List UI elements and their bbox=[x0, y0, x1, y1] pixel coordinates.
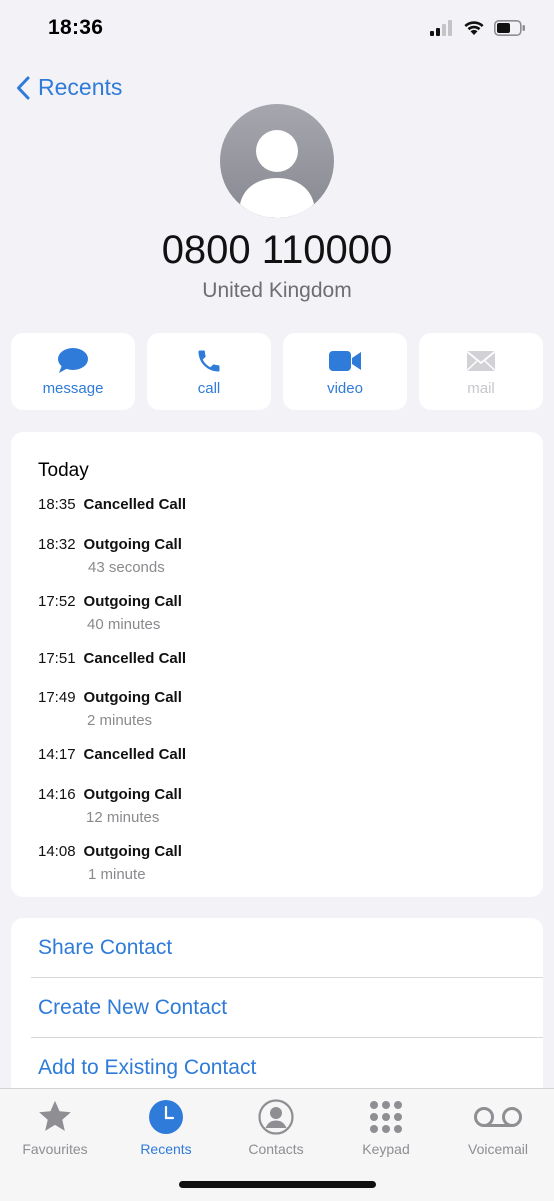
person-silhouette-icon bbox=[240, 130, 314, 218]
call-row: 17:51 Cancelled Call bbox=[38, 650, 186, 667]
call-label: call bbox=[197, 380, 221, 397]
call-type: Outgoing Call bbox=[83, 536, 182, 553]
call-time: 14:08 bbox=[38, 843, 76, 860]
call-row: 17:49 Outgoing Call 2 minutes bbox=[38, 689, 182, 729]
cellular-signal-icon bbox=[430, 19, 452, 36]
message-icon bbox=[58, 348, 88, 373]
contact-number: 0800 110000 bbox=[161, 228, 393, 272]
call-duration: 40 minutes bbox=[87, 616, 161, 633]
call-history-card: Today 18:35 Cancelled Call 18:32 Outgoing … bbox=[11, 432, 543, 897]
call-type: Outgoing Call bbox=[83, 689, 182, 706]
call-duration: 43 seconds bbox=[88, 559, 165, 576]
call-time: 14:16 bbox=[38, 786, 76, 803]
call-time: 17:51 bbox=[38, 650, 76, 667]
avatar bbox=[220, 104, 334, 218]
voicemail-icon bbox=[474, 1107, 522, 1127]
tab-label: Voicemail bbox=[468, 1141, 528, 1157]
action-buttons: message call video mail bbox=[11, 333, 543, 410]
call-time: 18:32 bbox=[38, 536, 76, 553]
call-type: Outgoing Call bbox=[83, 843, 182, 860]
video-label: video bbox=[327, 380, 363, 397]
status-time: 18:36 bbox=[48, 16, 104, 39]
call-type: Cancelled Call bbox=[83, 746, 187, 763]
video-icon bbox=[329, 351, 361, 371]
phone-icon bbox=[198, 350, 220, 372]
call-row: 14:08 Outgoing Call 1 minute bbox=[38, 843, 182, 883]
tab-recents[interactable]: Recents bbox=[111, 1097, 221, 1157]
call-time: 17:52 bbox=[38, 593, 76, 610]
video-button[interactable]: video bbox=[283, 333, 407, 410]
clock-icon bbox=[149, 1100, 183, 1134]
calls-header: Today bbox=[38, 460, 89, 481]
call-row: 14:17 Cancelled Call bbox=[38, 746, 186, 763]
call-type: Outgoing Call bbox=[83, 786, 182, 803]
tab-label: Keypad bbox=[362, 1141, 410, 1157]
back-button[interactable]: Recents bbox=[16, 74, 122, 101]
call-time: 18:35 bbox=[38, 496, 76, 513]
tab-label: Recents bbox=[140, 1141, 192, 1157]
message-label: message bbox=[42, 380, 104, 397]
chevron-left-icon bbox=[17, 76, 30, 99]
home-indicator[interactable] bbox=[179, 1181, 376, 1188]
call-type: Cancelled Call bbox=[83, 496, 187, 513]
call-row: 14:16 Outgoing Call 12 minutes bbox=[38, 786, 182, 826]
person-circle-icon bbox=[258, 1099, 294, 1135]
tab-contacts[interactable]: Contacts bbox=[221, 1097, 331, 1157]
tab-voicemail[interactable]: Voicemail bbox=[443, 1097, 553, 1157]
mail-button[interactable]: mail bbox=[419, 333, 543, 410]
wifi-icon bbox=[464, 21, 484, 35]
call-time: 14:17 bbox=[38, 746, 76, 763]
call-duration: 2 minutes bbox=[87, 712, 153, 729]
call-type: Outgoing Call bbox=[83, 593, 182, 610]
call-time: 17:49 bbox=[38, 689, 76, 706]
status-bar: 18:36 bbox=[0, 0, 554, 62]
mail-label: mail bbox=[467, 380, 495, 397]
mail-icon bbox=[466, 351, 496, 371]
call-duration: 12 minutes bbox=[86, 809, 160, 826]
tab-label: Favourites bbox=[22, 1141, 88, 1157]
back-label: Recents bbox=[38, 74, 123, 100]
call-row: 18:35 Cancelled Call bbox=[38, 496, 186, 513]
call-type: Cancelled Call bbox=[83, 650, 187, 667]
call-row: 17:52 Outgoing Call 40 minutes bbox=[38, 593, 182, 633]
star-icon bbox=[39, 1100, 71, 1131]
call-button[interactable]: call bbox=[147, 333, 271, 410]
tab-favourites[interactable]: Favourites bbox=[0, 1097, 110, 1157]
status-icons bbox=[430, 19, 526, 36]
keypad-icon bbox=[370, 1101, 402, 1133]
battery-icon bbox=[494, 19, 525, 36]
contact-country: United Kingdom bbox=[202, 279, 352, 302]
share-contact-button[interactable]: Share Contact bbox=[38, 918, 543, 977]
create-new-contact-button[interactable]: Create New Contact bbox=[38, 978, 543, 1037]
call-duration: 1 minute bbox=[88, 866, 146, 883]
tab-keypad[interactable]: Keypad bbox=[331, 1097, 441, 1157]
tab-label: Contacts bbox=[248, 1141, 304, 1157]
message-button[interactable]: message bbox=[11, 333, 135, 410]
call-row: 18:32 Outgoing Call 43 seconds bbox=[38, 536, 182, 576]
